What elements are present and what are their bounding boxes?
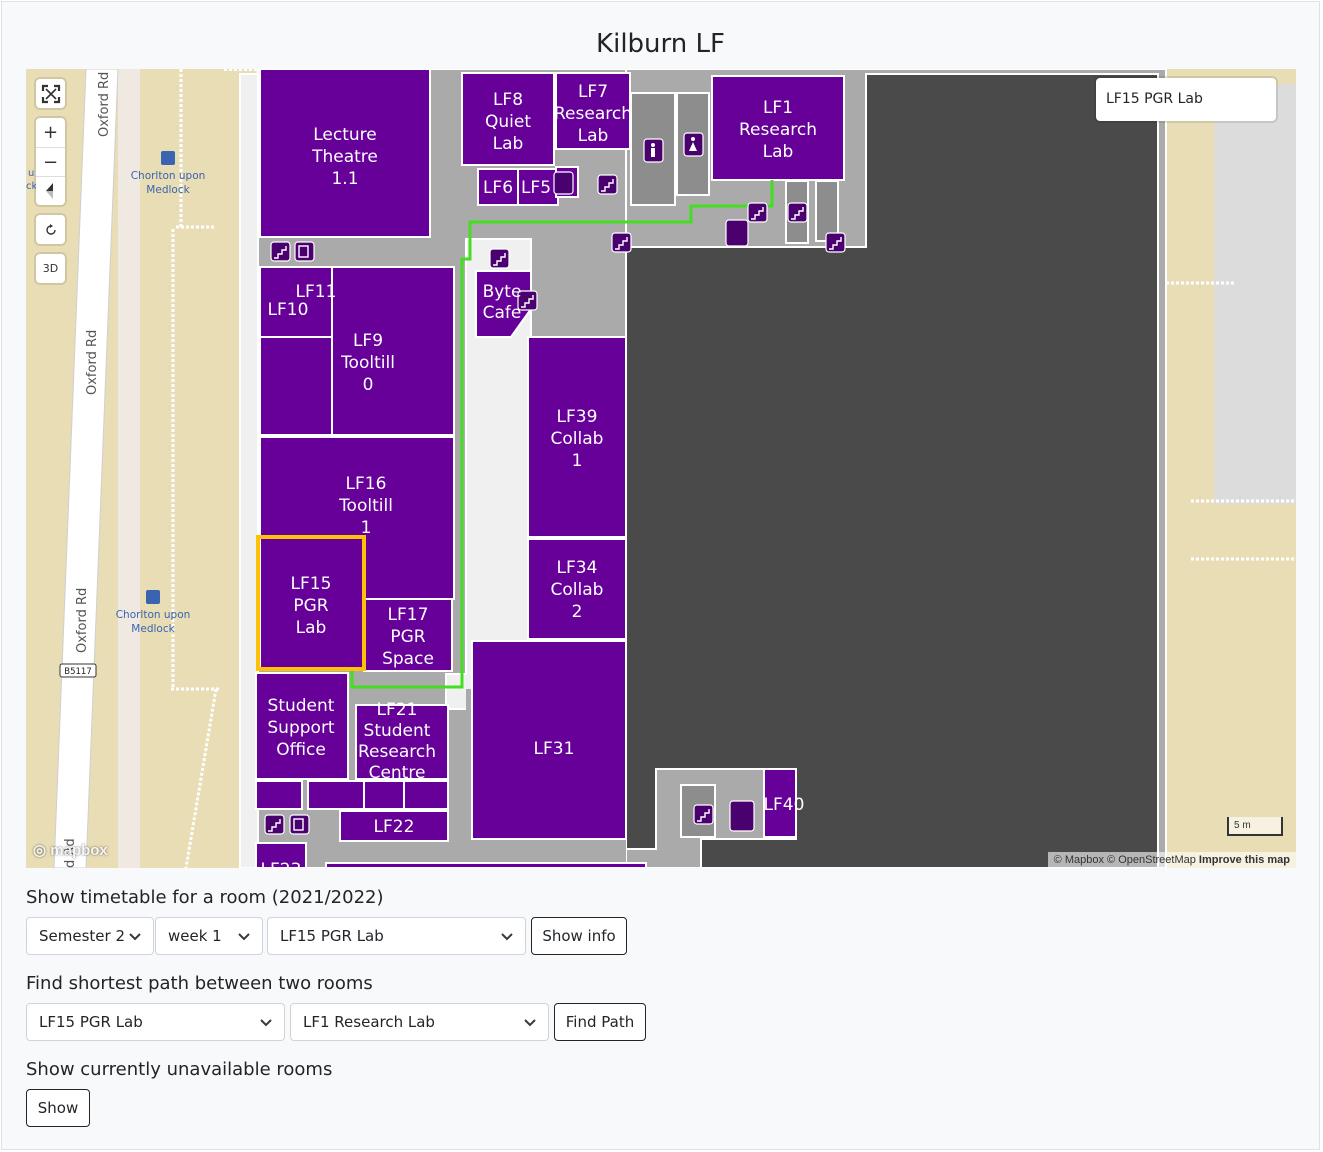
- road-shield: B5117: [59, 663, 97, 678]
- week-select-value: week 1: [168, 927, 222, 945]
- path-from-select-value: LF15 PGR Lab: [39, 1013, 143, 1031]
- show-unavailable-button[interactable]: Show: [26, 1089, 90, 1127]
- path-to-select-value: LF1 Research Lab: [303, 1013, 435, 1031]
- room-label-byte-cafe: Byte Cafe: [483, 282, 522, 323]
- mapbox-logo-text: mapbox: [50, 842, 108, 859]
- three-d-button[interactable]: 3D: [36, 254, 65, 283]
- attribution-osm[interactable]: © OpenStreetMap: [1107, 854, 1196, 866]
- compass-button[interactable]: [36, 176, 65, 205]
- fullscreen-icon[interactable]: [36, 79, 65, 108]
- chevron-down-icon: [129, 933, 141, 941]
- improve-map-link[interactable]: Improve this map: [1199, 854, 1290, 866]
- zoom-out-button[interactable]: −: [36, 147, 65, 176]
- page-title: Kilburn LF: [596, 29, 725, 59]
- zoom-in-button[interactable]: +: [36, 118, 65, 147]
- path-to-select[interactable]: LF1 Research Lab: [290, 1003, 549, 1041]
- timetable-room-select[interactable]: LF15 PGR Lab: [267, 917, 526, 955]
- scale-bar: 5 m: [1227, 817, 1283, 836]
- svg-text:B5117: B5117: [64, 667, 91, 677]
- room-label-lf15: LF15 PGR Lab: [291, 574, 332, 638]
- bus-stop-icon: [161, 151, 175, 165]
- timetable-room-select-value: LF15 PGR Lab: [280, 927, 384, 945]
- room-label-lf22: LF22: [374, 817, 415, 837]
- pitch-control[interactable]: 3D: [36, 254, 65, 283]
- chevron-down-icon: [501, 933, 513, 941]
- rotate-icon[interactable]: [36, 215, 65, 244]
- compass-icon: [45, 183, 53, 199]
- week-select[interactable]: week 1: [155, 917, 263, 955]
- chevron-down-icon: [238, 933, 250, 941]
- room-label-lf10: LF10: [268, 300, 309, 320]
- find-path-button[interactable]: Find Path: [554, 1003, 646, 1041]
- map-canvas[interactable]: Lecture Theatre 1.1 LF8 Quiet Lab LF7 Researc…: [26, 69, 1296, 868]
- room-label-lf6: LF6: [483, 178, 513, 198]
- street-label: Oxford Rd: [85, 330, 100, 395]
- unavailable-heading: Show currently unavailable rooms: [26, 1059, 333, 1080]
- room-label-lf40: LF40: [764, 795, 805, 815]
- edge-label: u: [28, 168, 34, 179]
- path-from-select[interactable]: LF15 PGR Lab: [26, 1003, 285, 1041]
- fullscreen-control[interactable]: [36, 79, 65, 108]
- timetable-heading: Show timetable for a room (2021/2022): [26, 887, 384, 908]
- floor-map[interactable]: Lecture Theatre 1.1 LF8 Quiet Lab LF7 Researc…: [26, 69, 1296, 868]
- bus-stop-icon: [146, 590, 160, 604]
- mapbox-logo[interactable]: ◎ mapbox: [33, 841, 108, 859]
- street-label: Oxford Rd: [75, 588, 90, 653]
- map-attribution: © Mapbox © OpenStreetMap Improve this ma…: [1047, 852, 1296, 868]
- street-label: Oxford Rd: [97, 72, 112, 137]
- path-heading: Find shortest path between two rooms: [26, 973, 373, 994]
- semester-select-value: Semester 2: [39, 927, 125, 945]
- reset-bearing-control[interactable]: [36, 215, 65, 244]
- room-label-lf31: LF31: [534, 739, 575, 759]
- room-search-input[interactable]: LF15 PGR Lab: [1096, 78, 1276, 121]
- room-label-student-support: Student Support Office: [267, 696, 335, 760]
- room-label-lf11: LF11: [296, 282, 337, 302]
- navigation-control[interactable]: + −: [36, 118, 65, 205]
- chevron-down-icon: [524, 1019, 536, 1027]
- show-info-button[interactable]: Show info: [531, 917, 627, 955]
- room-label-lf5: LF5: [521, 178, 551, 198]
- semester-select[interactable]: Semester 2: [26, 917, 154, 955]
- room-label-lf23: LF23: [261, 860, 302, 868]
- attribution-mapbox[interactable]: © Mapbox: [1054, 854, 1104, 866]
- chevron-down-icon: [260, 1019, 272, 1027]
